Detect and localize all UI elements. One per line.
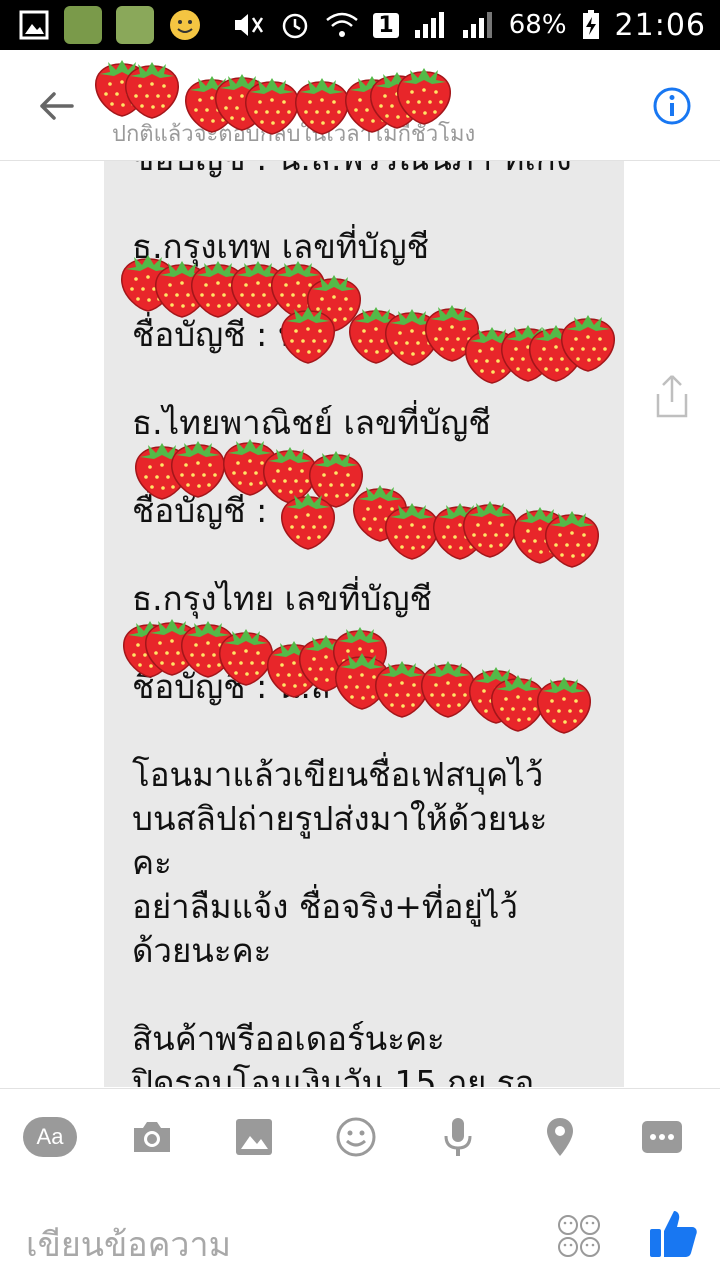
system-status: 1 68% 21:06 — [231, 0, 706, 50]
text-format-button[interactable]: Aa — [20, 1107, 80, 1167]
clock: 21:06 — [614, 7, 706, 43]
voice-button[interactable] — [428, 1107, 488, 1167]
microphone-icon — [444, 1118, 472, 1156]
image-icon — [236, 1119, 272, 1155]
info-icon[interactable] — [652, 86, 692, 126]
more-button[interactable] — [632, 1107, 692, 1167]
sim-indicator: 1 — [373, 12, 399, 38]
battery-percent: 68% — [508, 10, 567, 40]
app-notification-icon — [116, 6, 154, 44]
strawberry-sticker — [556, 309, 620, 373]
signal-icon — [462, 12, 492, 38]
strawberry-sticker — [392, 62, 456, 126]
composer-toolbar: Aa — [0, 1107, 720, 1167]
message-input[interactable]: เขียนข้อความ — [26, 1217, 231, 1271]
battery-charging-icon — [582, 10, 599, 39]
alarm-icon — [283, 13, 308, 39]
signal-icon — [414, 12, 444, 38]
message-composer: Aa เขียนข้อความ — [0, 1088, 720, 1281]
thumbs-up-icon[interactable] — [648, 1207, 698, 1261]
app-notification-icon — [64, 6, 102, 44]
message-thread[interactable]: ชื่อบัญชี : น.ส.พรรณนิภา ทีเก่ง ธ.กรุงเท… — [0, 161, 720, 1087]
sticker-button[interactable] — [326, 1107, 386, 1167]
location-pin-icon — [547, 1118, 573, 1156]
strawberry-sticker — [540, 505, 604, 569]
text-format-label: Aa — [23, 1117, 77, 1157]
photo-button[interactable] — [224, 1107, 284, 1167]
emoji-notification-icon — [170, 10, 200, 40]
mute-icon — [235, 14, 264, 36]
status-bar: 1 68% 21:06 — [0, 0, 720, 50]
strawberry-sticker — [532, 671, 596, 735]
camera-icon — [134, 1122, 170, 1152]
smiley-icon — [336, 1117, 376, 1157]
strawberry-sticker — [276, 487, 340, 551]
more-dots-icon — [642, 1121, 682, 1153]
strawberry-sticker — [276, 301, 340, 365]
share-icon[interactable] — [652, 372, 692, 420]
emoji-picker-icon[interactable] — [554, 1211, 604, 1261]
camera-button[interactable] — [122, 1107, 182, 1167]
strawberry-sticker — [120, 56, 184, 120]
location-button[interactable] — [530, 1107, 590, 1167]
conversation-header: ปกติแล้วจะตอบกลับในเวลาไม่กี่ชั่วโมง — [0, 50, 720, 161]
gallery-icon — [19, 10, 49, 40]
back-arrow-icon[interactable] — [36, 86, 76, 126]
wifi-icon — [326, 12, 359, 37]
notification-icons — [18, 6, 202, 44]
